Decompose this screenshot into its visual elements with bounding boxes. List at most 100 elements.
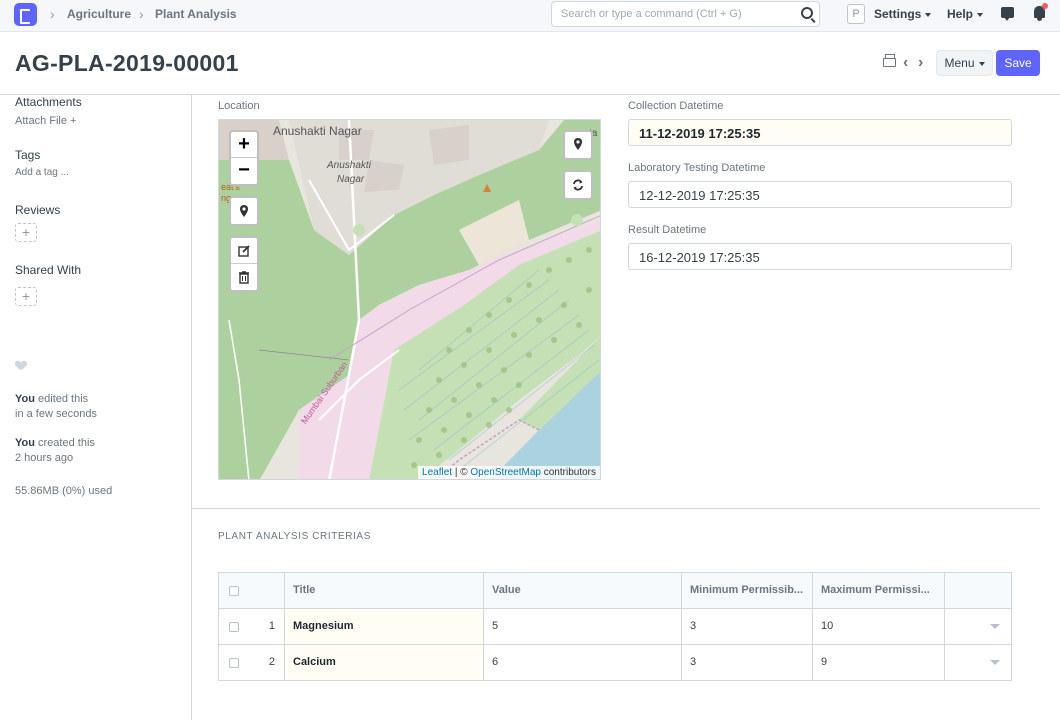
edited-info: You edited this	[15, 393, 88, 405]
column-header-actions	[945, 573, 1011, 608]
storage-usage: 55.86MB (0%) used	[15, 485, 113, 497]
help-label: Help	[947, 7, 974, 21]
edited-text: edited this	[38, 393, 89, 405]
column-header-title[interactable]: Title	[285, 573, 484, 608]
add-share-button[interactable]: +	[15, 287, 37, 306]
cell-value[interactable]: 5	[484, 609, 682, 644]
edited-user: You	[15, 393, 35, 405]
search-input[interactable]: Search or type a command (Ctrl + G)	[551, 1, 820, 27]
result-datetime-input[interactable]: 16-12-2019 17:25:35	[628, 243, 1012, 270]
row-select-cell: 1	[219, 609, 285, 644]
chevron-right-icon: ›	[50, 6, 55, 22]
row-expand-icon[interactable]	[990, 624, 1000, 629]
table-row[interactable]: 2 Calcium 6 3 9	[218, 644, 1012, 681]
breadcrumb-agriculture[interactable]: Agriculture	[67, 7, 131, 21]
refresh-button[interactable]	[565, 172, 591, 198]
row-select-cell: 2	[219, 645, 285, 680]
collection-datetime-input[interactable]: 11-12-2019 17:25:35	[628, 119, 1012, 146]
menu-button-label: Menu	[944, 56, 975, 70]
column-header-value[interactable]: Value	[484, 573, 682, 608]
created-user: You	[15, 437, 35, 449]
app-logo-icon[interactable]	[14, 3, 37, 26]
breadcrumb-plant-analysis[interactable]: Plant Analysis	[155, 7, 237, 21]
select-all-checkbox[interactable]	[229, 586, 239, 596]
table-row[interactable]: 1 Magnesium 5 3 10	[218, 608, 1012, 645]
cell-min[interactable]: 3	[682, 645, 813, 680]
location-label: Location	[218, 100, 260, 112]
cell-title[interactable]: Calcium	[285, 645, 484, 680]
caret-down-icon	[978, 61, 985, 66]
cell-min[interactable]: 3	[682, 609, 813, 644]
location-map[interactable]: Anushakti Nagar Anushakti Nagar Mumbai S…	[218, 119, 601, 480]
row-checkbox[interactable]	[229, 622, 239, 632]
column-header-max[interactable]: Maximum Permissi...	[813, 573, 945, 608]
delete-layers-button[interactable]	[231, 264, 257, 290]
map-tiles	[219, 120, 600, 479]
row-actions-cell	[945, 609, 1011, 644]
save-button[interactable]: Save	[996, 50, 1040, 76]
attribution-tail: contributors	[540, 467, 596, 478]
collection-datetime-label: Collection Datetime	[628, 100, 724, 112]
row-actions-cell	[945, 645, 1011, 680]
map-label: Anushakti Nagar	[273, 124, 362, 138]
refresh-icon	[573, 179, 583, 191]
edit-layers-button[interactable]	[231, 238, 257, 264]
marker-control	[563, 130, 593, 160]
add-review-button[interactable]: +	[15, 223, 37, 242]
lab-testing-datetime-input[interactable]: 12-12-2019 17:25:35	[628, 181, 1012, 208]
search-placeholder: Search or type a command (Ctrl + G)	[561, 8, 742, 20]
created-info: You created this	[15, 437, 95, 449]
zoom-in-button[interactable]: +	[231, 132, 257, 158]
settings-menu[interactable]: Settings	[874, 7, 932, 21]
map-label: Anushakti	[327, 160, 371, 171]
locate-button[interactable]	[231, 198, 257, 224]
caret-down-icon	[925, 12, 932, 17]
select-all-cell	[219, 573, 285, 608]
row-expand-icon[interactable]	[990, 660, 1000, 665]
page-title: AG-PLA-2019-00001	[15, 50, 239, 76]
attachments-label: Attachments	[15, 95, 82, 109]
map-label: Nagar	[337, 174, 365, 185]
row-checkbox[interactable]	[229, 658, 239, 668]
add-tag-link[interactable]: Add a tag ...	[15, 167, 69, 178]
column-header-min[interactable]: Minimum Permissib...	[682, 573, 813, 608]
section-divider	[191, 508, 1040, 509]
map-pin-icon	[574, 138, 582, 150]
cell-value[interactable]: 6	[484, 645, 682, 680]
zoom-control: + −	[229, 130, 259, 186]
osm-link[interactable]: OpenStreetMap	[470, 467, 541, 478]
prev-doc-icon[interactable]: ‹	[903, 54, 908, 72]
cell-max[interactable]: 10	[813, 609, 945, 644]
refresh-control	[563, 170, 593, 200]
tags-label: Tags	[15, 148, 41, 162]
leaflet-link[interactable]: Leaflet	[422, 467, 452, 478]
help-menu[interactable]: Help	[947, 7, 984, 21]
caret-down-icon	[977, 12, 984, 17]
avatar[interactable]: P	[847, 4, 865, 24]
cell-title[interactable]: Magnesium	[285, 609, 484, 644]
created-text: created this	[38, 437, 95, 449]
edited-time: in a few seconds	[15, 408, 97, 420]
draw-marker-button[interactable]	[565, 132, 591, 158]
notification-dot	[1042, 3, 1048, 9]
grid-header-row: Title Value Minimum Permissib... Maximum…	[218, 572, 1012, 609]
print-icon[interactable]	[883, 54, 896, 67]
menu-button[interactable]: Menu	[936, 50, 993, 76]
search-icon[interactable]	[801, 7, 813, 19]
cell-max[interactable]: 9	[813, 645, 945, 680]
row-index: 1	[268, 620, 275, 632]
next-doc-icon[interactable]: ›	[918, 54, 923, 72]
heart-icon[interactable]	[16, 361, 26, 370]
section-title: PLANT ANALYSIS CRITERIAS	[218, 531, 371, 542]
created-time: 2 hours ago	[15, 452, 74, 464]
attach-file-link[interactable]: Attach File +	[15, 115, 76, 127]
zoom-out-button[interactable]: −	[231, 158, 257, 184]
row-index: 2	[268, 656, 275, 668]
navbar: › Agriculture › Plant Analysis Search or…	[0, 0, 1060, 32]
lab-testing-datetime-label: Laboratory Testing Datetime	[628, 162, 766, 174]
settings-label: Settings	[874, 7, 922, 21]
draw-toolbar	[229, 236, 259, 292]
chat-icon[interactable]	[1001, 7, 1014, 21]
shared-with-label: Shared With	[15, 263, 82, 277]
map-pin-icon	[240, 205, 248, 217]
